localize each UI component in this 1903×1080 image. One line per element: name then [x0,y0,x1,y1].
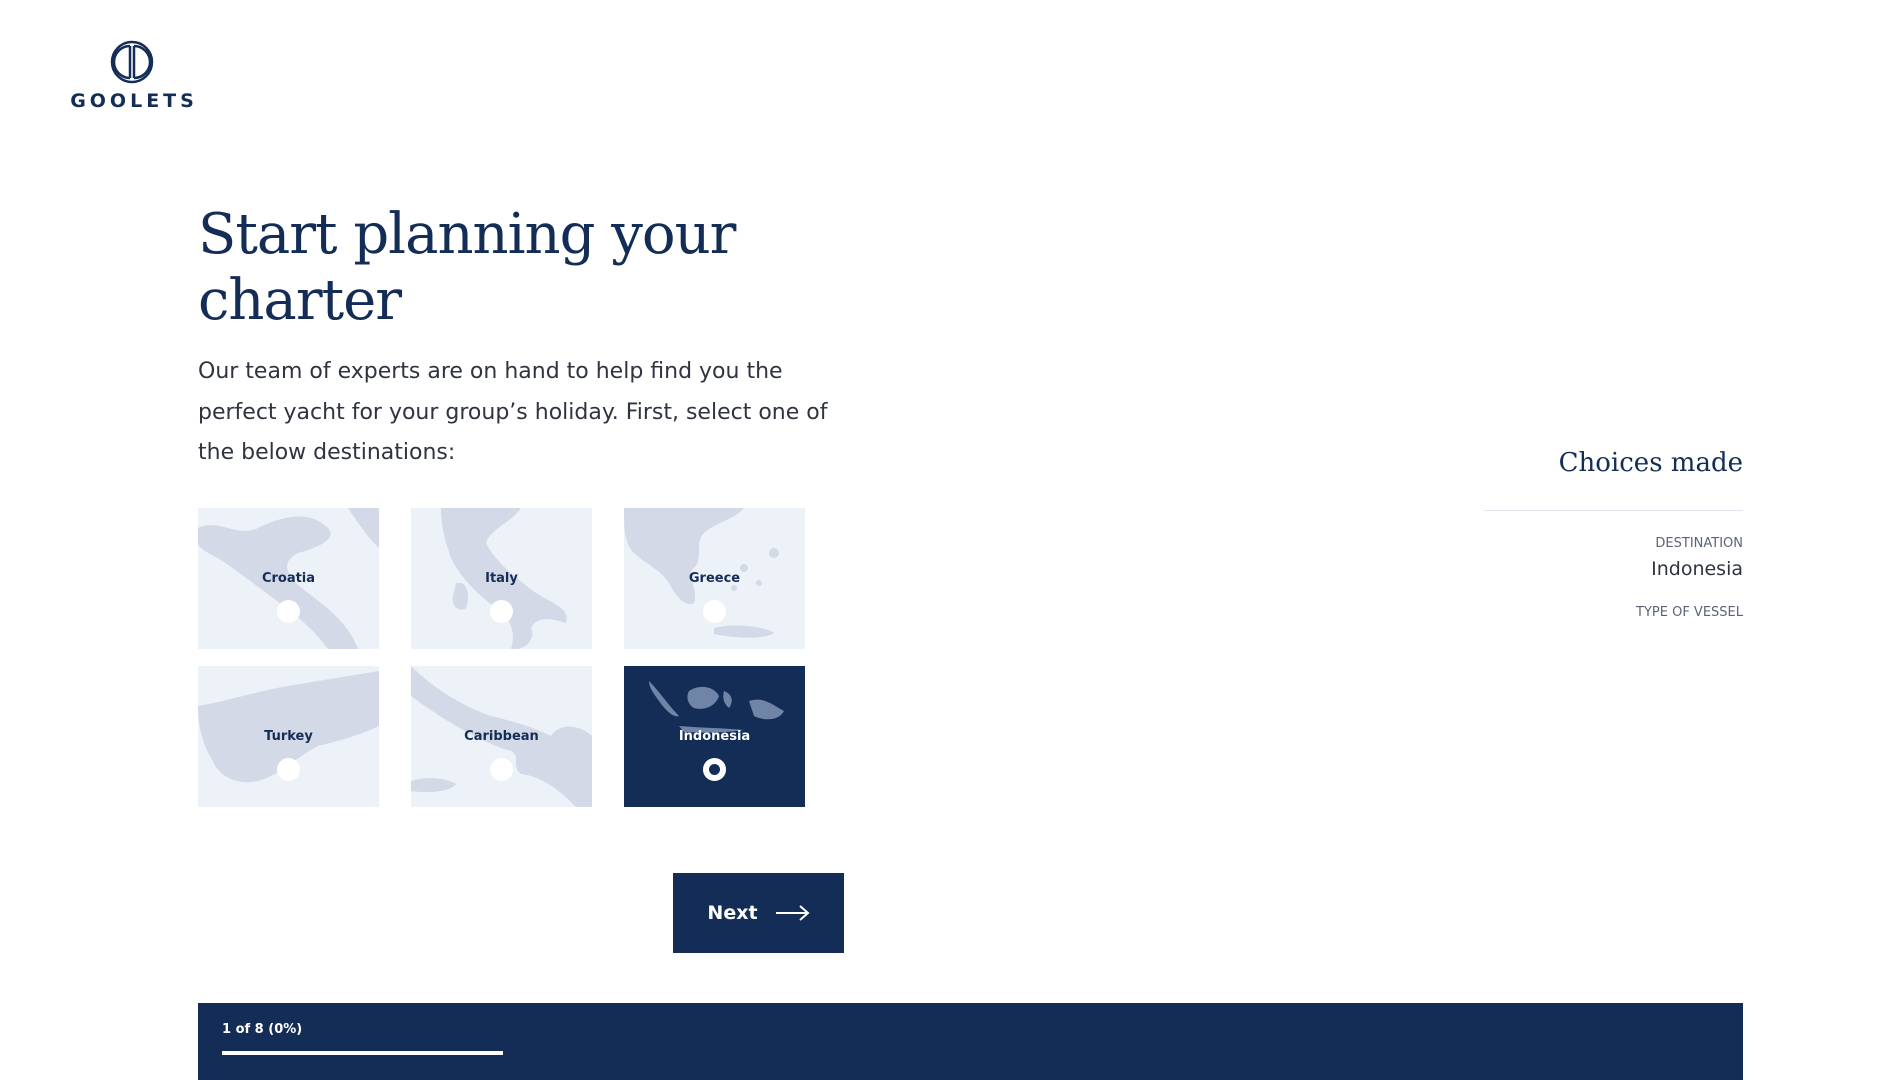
destination-grid: Croatia Italy Greece Turkey Caribbean In… [198,508,808,807]
destination-label: Caribbean [464,729,539,744]
destination-label: Indonesia [678,729,751,744]
destination-label: Italy [485,571,518,586]
destination-tile-greece[interactable]: Greece [624,508,805,649]
destination-tile-croatia[interactable]: Croatia [198,508,379,649]
destination-label: Turkey [264,729,313,744]
destination-tile-italy[interactable]: Italy [411,508,592,649]
radio-button[interactable] [490,600,513,623]
destination-choice-label: DESTINATION [1655,536,1743,551]
destination-choice-value: Indonesia [1651,558,1743,580]
goolets-monogram-icon [110,40,154,84]
radio-button[interactable] [703,600,726,623]
brand-logo[interactable]: GOOLETS [70,40,194,112]
next-button[interactable]: Next [673,873,844,953]
brand-name: GOOLETS [70,90,198,112]
destination-label: Croatia [261,571,316,586]
intro-text: Our team of experts are on hand to help … [198,359,828,465]
progress-footer: 1 of 8 (0%) [198,1003,1743,1080]
next-button-label: Next [707,902,758,924]
vessel-choice-label: TYPE OF VESSEL [1636,605,1743,620]
progress-track [222,1051,503,1055]
arrow-right-icon [775,905,810,921]
progress-text: 1 of 8 (0%) [222,1022,303,1037]
destination-label: Greece [688,571,741,586]
choices-title: Choices made [1558,448,1743,478]
destination-tile-caribbean[interactable]: Caribbean [411,666,592,807]
radio-button[interactable] [277,758,300,781]
destination-tile-turkey[interactable]: Turkey [198,666,379,807]
destination-tile-indonesia[interactable]: Indonesia [624,666,805,807]
radio-button-selected[interactable] [703,758,726,781]
radio-button[interactable] [277,600,300,623]
radio-button[interactable] [490,758,513,781]
page-title: Start planning your charter [198,202,736,333]
choices-divider [1484,510,1743,511]
